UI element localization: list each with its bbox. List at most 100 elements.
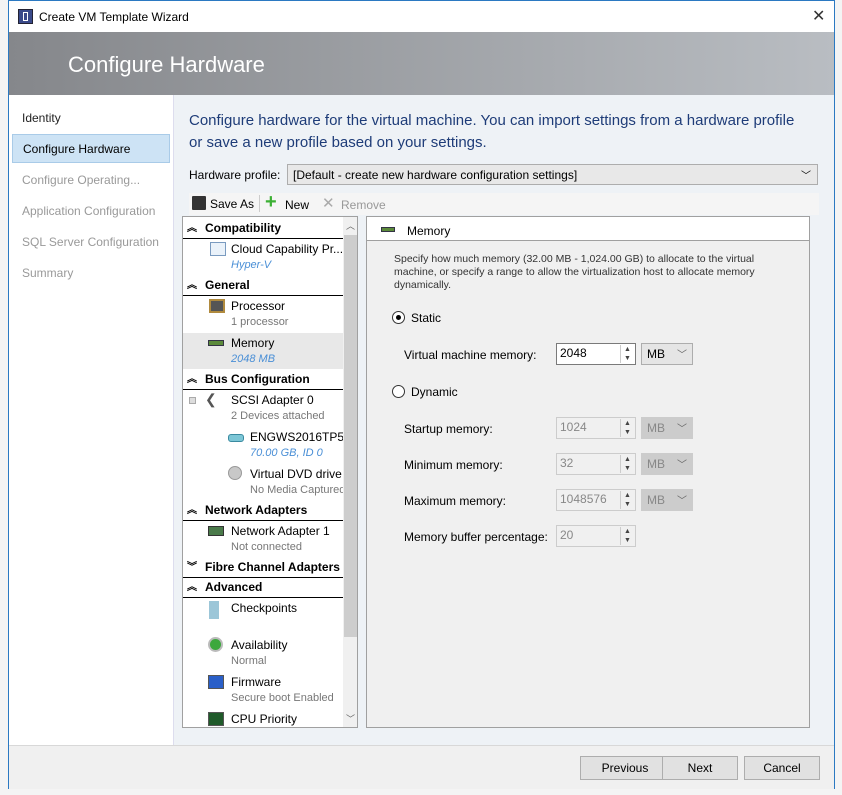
hardware-profile-select[interactable]: [Default - create new hardware configura… <box>287 164 818 185</box>
chevron-down-icon: ﹀ <box>677 460 687 471</box>
tree-item-memory[interactable]: Memory <box>231 336 274 350</box>
maximum-memory-input[interactable]: 1048576 ▲ ▼ <box>556 489 636 511</box>
title-bar: Create VM Template Wizard ✕ <box>9 1 834 32</box>
tree-item-processor[interactable]: Processor <box>231 299 285 313</box>
tree-item-cloud-capability[interactable]: Cloud Capability Pr... <box>231 242 343 256</box>
tree-item-scsi-adapter[interactable]: SCSI Adapter 0 <box>231 393 314 407</box>
close-icon[interactable]: ✕ <box>812 6 825 26</box>
hardware-tree: ︽ Compatibility Cloud Capability Pr... Hy… <box>182 216 358 728</box>
chevron-down-icon: ﹀ <box>677 350 687 361</box>
group-label: Advanced <box>205 580 263 594</box>
tree-item-disk[interactable]: ENGWS2016TP5... <box>250 430 354 444</box>
spin-arrows-icon[interactable]: ▲ ▼ <box>620 419 634 437</box>
dynamic-radio[interactable] <box>392 385 405 398</box>
group-bus-configuration[interactable]: ︽ Bus Configuration <box>183 370 343 390</box>
spin-arrows-icon[interactable]: ▲ ▼ <box>620 345 634 363</box>
startup-memory-value: 1024 <box>560 420 587 434</box>
save-icon <box>192 196 206 210</box>
separator <box>259 195 260 212</box>
startup-unit-select[interactable]: MB ﹀ <box>641 417 693 439</box>
unit-value: MB <box>647 493 665 507</box>
tree-item-sub: No Media Captured <box>250 484 346 496</box>
scroll-up-icon[interactable]: ︿ <box>346 219 355 232</box>
spin-arrows-icon[interactable]: ▲ ▼ <box>620 455 634 473</box>
tree-item-network-adapter[interactable]: Network Adapter 1 <box>231 524 330 538</box>
header-band: Configure Hardware <box>9 32 834 95</box>
hardware-profile-label: Hardware profile: <box>189 168 281 182</box>
wizard-nav: Identity Configure Hardware Configure Op… <box>9 95 174 745</box>
static-label: Static <box>411 311 442 325</box>
availability-icon <box>208 637 223 652</box>
memory-panel: Memory Specify how much memory (32.00 MB… <box>366 216 810 728</box>
nav-item-summary[interactable]: Summary <box>12 259 170 288</box>
memory-buffer-value: 20 <box>560 528 574 542</box>
dvd-icon <box>228 466 242 480</box>
tree-item-cpu-priority[interactable]: CPU Priority <box>231 712 297 726</box>
footer: Previous Next Cancel <box>9 745 834 789</box>
group-label: Fibre Channel Adapters <box>205 560 340 574</box>
collapse-icon: ︽ <box>187 223 197 234</box>
remove-button[interactable]: Remove <box>341 198 386 212</box>
maximum-memory-value: 1048576 <box>560 492 607 506</box>
new-button[interactable]: New <box>285 198 309 212</box>
scrollbar-thumb[interactable] <box>344 235 357 637</box>
startup-memory-input[interactable]: 1024 ▲ ▼ <box>556 417 636 439</box>
tree-item-firmware[interactable]: Firmware <box>231 675 281 689</box>
group-label: General <box>205 278 250 292</box>
hardware-profile-value: [Default - create new hardware configura… <box>293 168 578 182</box>
group-network-adapters[interactable]: ︽ Network Adapters <box>183 501 343 521</box>
chevron-down-icon: ﹀ <box>801 171 811 182</box>
window-title: Create VM Template Wizard <box>39 10 189 24</box>
startup-memory-label: Startup memory: <box>404 422 493 436</box>
group-compatibility[interactable]: ︽ Compatibility <box>183 219 343 239</box>
static-radio[interactable] <box>392 311 405 324</box>
expand-toggle[interactable] <box>189 397 196 404</box>
minimum-memory-input[interactable]: 32 ▲ ▼ <box>556 453 636 475</box>
vm-memory-input[interactable]: 2048 ▲ ▼ <box>556 343 636 365</box>
minimum-unit-select[interactable]: MB ﹀ <box>641 453 693 475</box>
scroll-down-icon[interactable]: ﹀ <box>346 712 355 725</box>
processor-icon <box>209 299 225 313</box>
tree-item-sub: 1 processor <box>231 316 289 328</box>
memory-description: Specify how much memory (32.00 MB - 1,02… <box>394 253 755 291</box>
scrollbar[interactable]: ︿ ﹀ <box>343 217 357 727</box>
disk-icon <box>228 434 244 442</box>
group-label: Bus Configuration <box>205 372 310 386</box>
nav-item-identity[interactable]: Identity <box>12 104 170 133</box>
tree-item-dvd-drive[interactable]: Virtual DVD drive <box>250 467 342 481</box>
group-general[interactable]: ︽ General <box>183 276 343 296</box>
collapse-icon: ︽ <box>187 280 197 291</box>
nav-item-configure-hardware[interactable]: Configure Hardware <box>12 134 170 163</box>
memory-icon <box>381 227 395 232</box>
unit-value: MB <box>647 457 665 471</box>
minimum-memory-value: 32 <box>560 456 574 470</box>
nav-item-configure-os[interactable]: Configure Operating... <box>12 166 170 195</box>
tree-item-sub: Secure boot Enabled <box>231 692 334 704</box>
tree-item-availability[interactable]: Availability <box>231 638 287 652</box>
tree-item-sub: Hyper-V <box>231 259 272 271</box>
previous-button[interactable]: Previous <box>580 756 670 780</box>
tree-item-sub: 2048 MB <box>231 353 276 365</box>
maximum-unit-select[interactable]: MB ﹀ <box>641 489 693 511</box>
cancel-button[interactable]: Cancel <box>744 756 820 780</box>
memory-buffer-input[interactable]: 20 ▲ ▼ <box>556 525 636 547</box>
group-advanced[interactable]: ︽ Advanced <box>183 578 343 598</box>
spin-arrows-icon[interactable]: ▲ ▼ <box>620 527 634 545</box>
network-adapter-icon <box>208 526 224 536</box>
dynamic-label: Dynamic <box>411 385 458 399</box>
spin-arrows-icon[interactable]: ▲ ▼ <box>620 491 634 509</box>
expand-icon: ︾ <box>187 562 197 573</box>
vm-memory-unit-select[interactable]: MB ﹀ <box>641 343 693 365</box>
nav-item-application-configuration[interactable]: Application Configuration <box>12 197 170 226</box>
firmware-icon <box>208 675 224 689</box>
group-label: Network Adapters <box>205 503 308 517</box>
next-button[interactable]: Next <box>662 756 738 780</box>
save-as-button[interactable]: Save As <box>210 197 254 211</box>
tree-item-checkpoints[interactable]: Checkpoints <box>231 601 297 615</box>
vm-memory-label: Virtual machine memory: <box>404 348 537 362</box>
toolbar: Save As + New ✕ Remove <box>189 191 819 215</box>
checkpoints-icon <box>209 601 219 619</box>
group-fibre-channel[interactable]: ︾ Fibre Channel Adapters <box>183 558 343 578</box>
nav-item-sql-server-configuration[interactable]: SQL Server Configuration <box>12 228 170 257</box>
tree-item-sub: Not connected <box>231 541 302 553</box>
